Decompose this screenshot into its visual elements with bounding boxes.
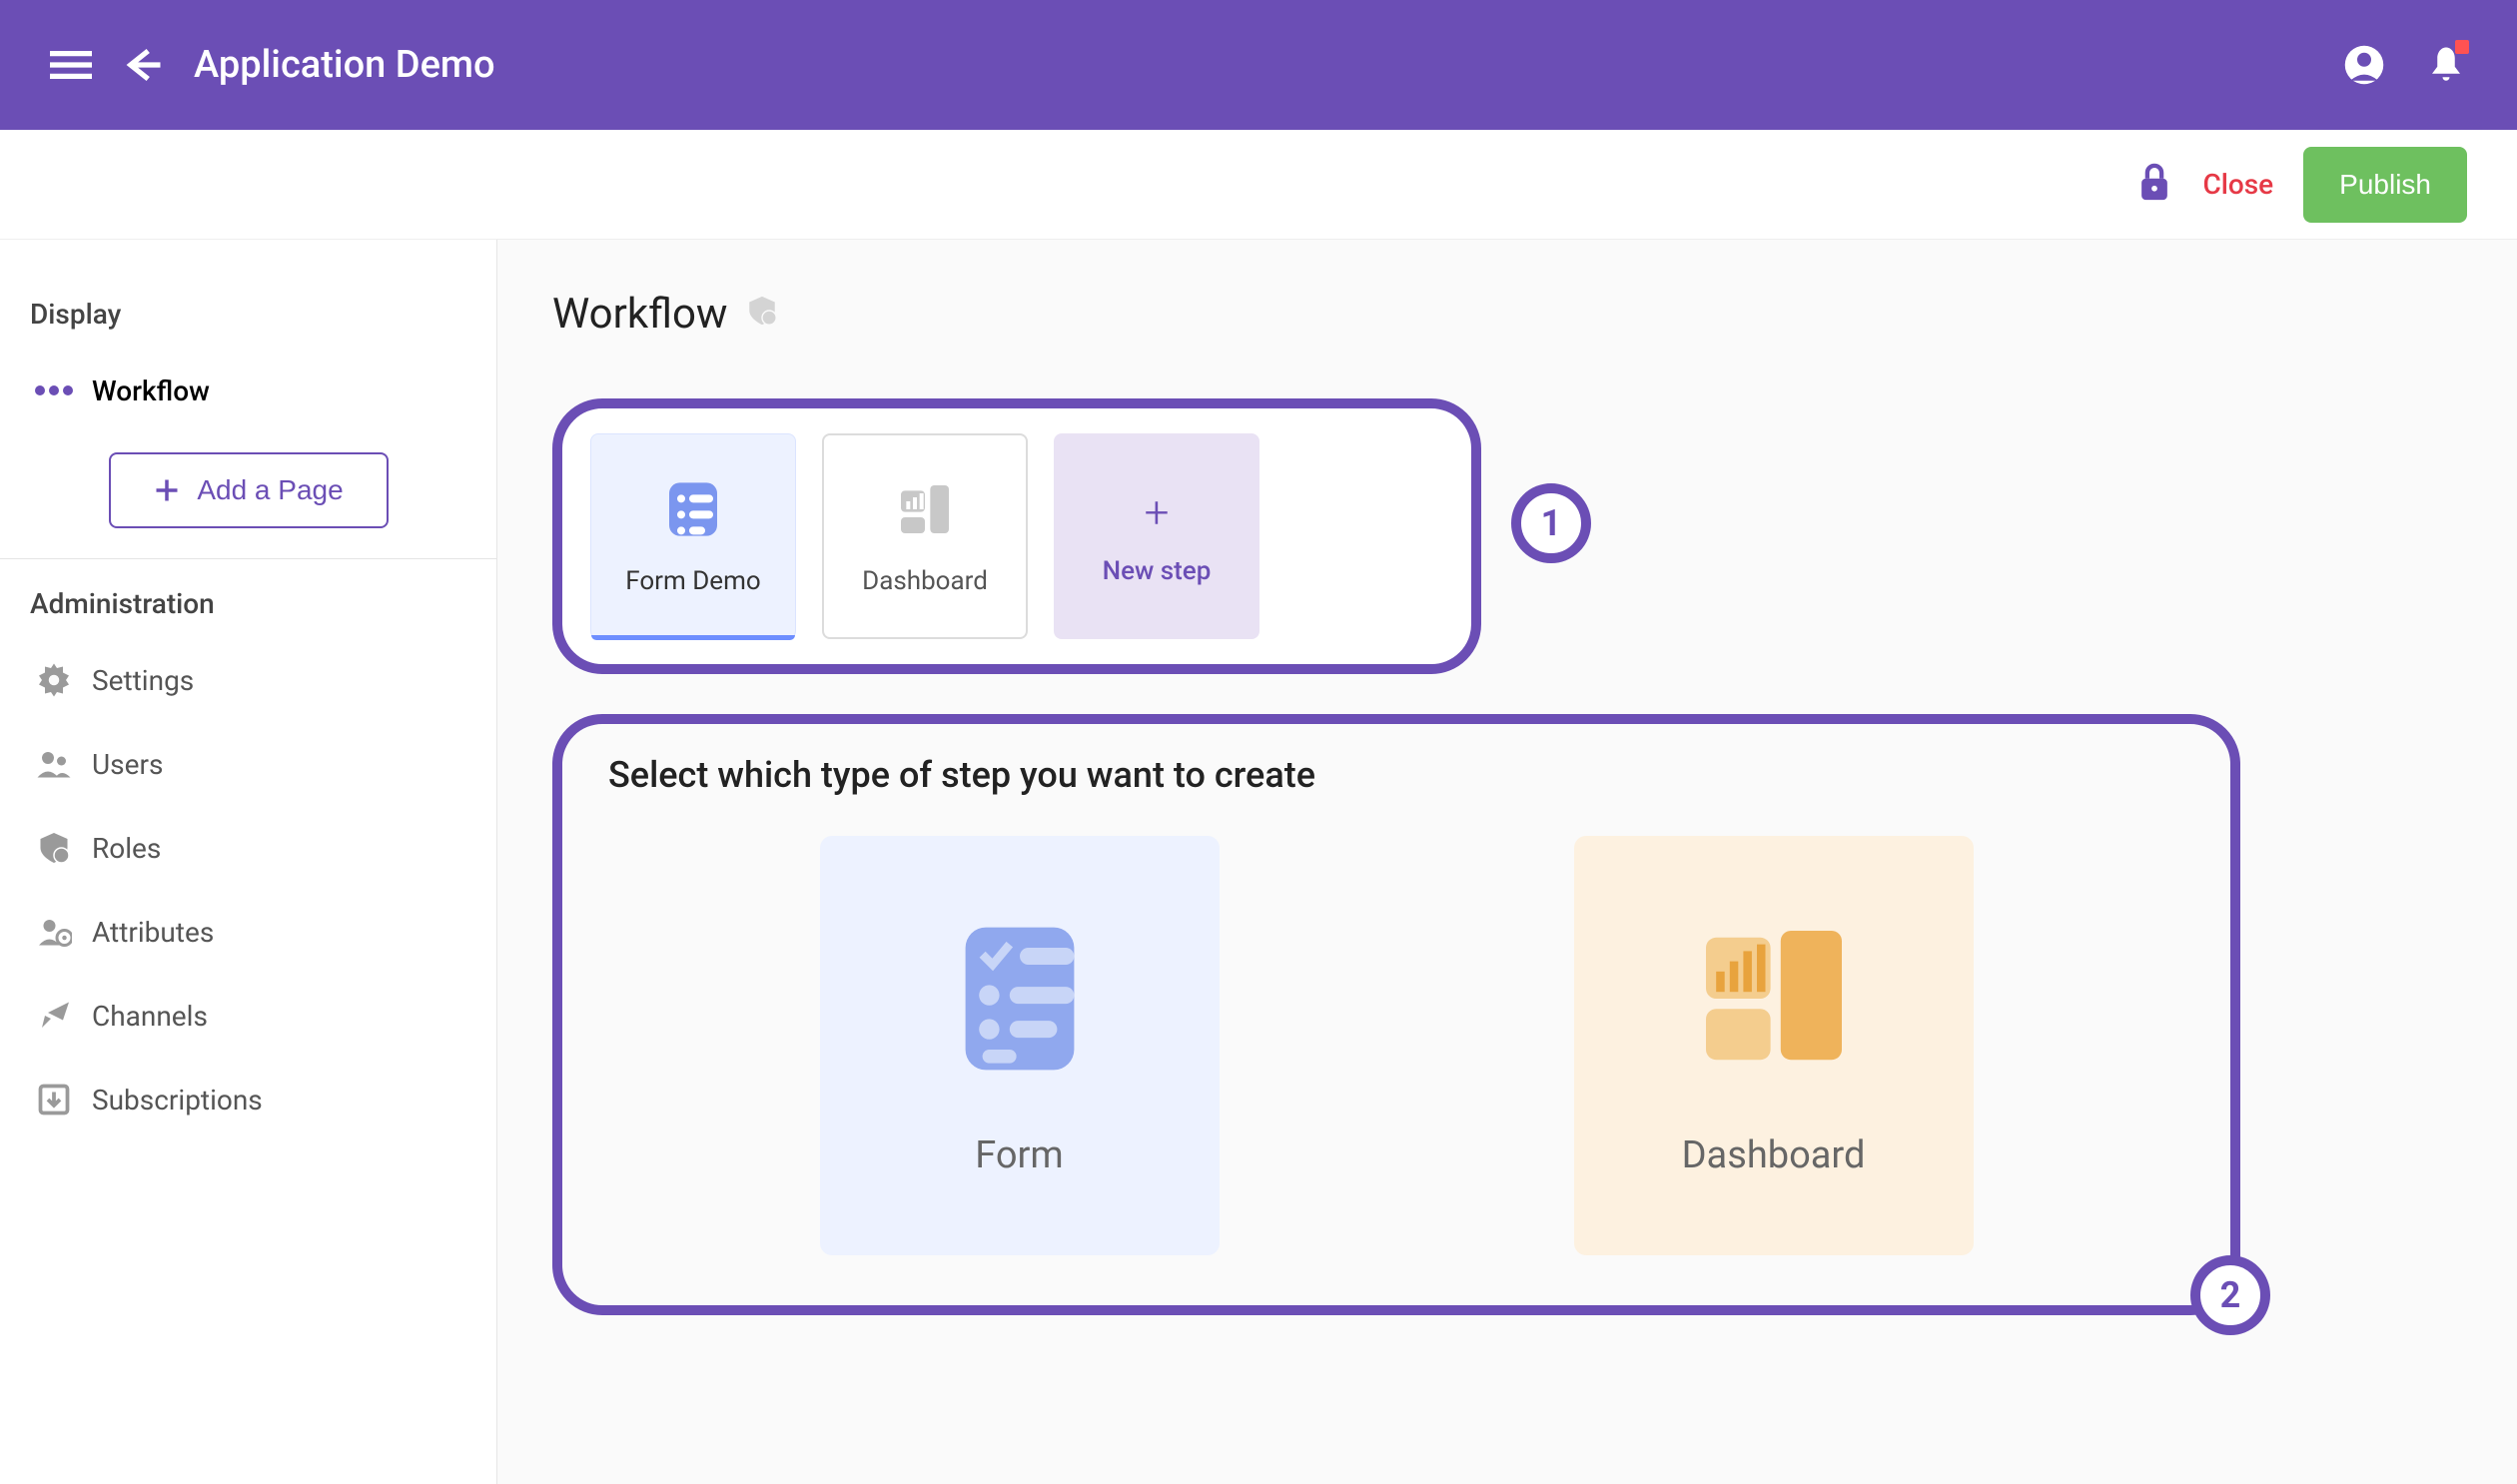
main-content: Workflow Form Demo Dashboard [497, 240, 2517, 1484]
sidebar: Display Workflow Add a Page Administrati… [0, 240, 497, 1484]
sidebar-section-display: Display [0, 280, 496, 349]
form-icon [661, 477, 725, 548]
step-tile-label: Dashboard [862, 566, 988, 596]
sidebar-item-users[interactable]: Users [0, 722, 496, 806]
users-icon [36, 746, 72, 782]
type-selection-box: Select which type of step you want to cr… [552, 714, 2240, 1315]
lock-icon[interactable] [2136, 163, 2172, 207]
notification-dot [2455, 40, 2469, 54]
sidebar-item-label: Channels [92, 1000, 208, 1033]
header-right [2343, 44, 2467, 86]
plus-icon: + [1145, 486, 1170, 538]
sidebar-item-label: Attributes [92, 916, 214, 949]
publish-button[interactable]: Publish [2303, 147, 2467, 223]
gear-icon [36, 662, 72, 698]
sidebar-item-label: Workflow [92, 374, 210, 407]
header-left: Application Demo [50, 43, 495, 87]
sidebar-item-label: Roles [92, 832, 161, 865]
step-tile-label: New step [1103, 556, 1212, 586]
close-button[interactable]: Close [2202, 168, 2273, 201]
sidebar-item-workflow[interactable]: Workflow [0, 349, 496, 432]
workflow-icon [36, 372, 72, 408]
app-title: Application Demo [194, 43, 495, 87]
attributes-icon [36, 914, 72, 950]
form-large-icon [935, 914, 1105, 1094]
download-icon [36, 1082, 72, 1117]
menu-icon[interactable] [50, 44, 92, 86]
sidebar-item-label: Users [92, 748, 163, 781]
app-header: Application Demo [0, 0, 2517, 130]
shield-icon [36, 830, 72, 866]
callout-2: 2 [2190, 1255, 2270, 1335]
step-tile-new-step[interactable]: + New step [1054, 433, 1259, 639]
sidebar-item-attributes[interactable]: Attributes [0, 890, 496, 974]
user-icon[interactable] [2343, 44, 2385, 86]
dashboard-icon [893, 477, 957, 548]
type-card-label: Form [975, 1133, 1064, 1177]
sidebar-item-label: Settings [92, 664, 194, 697]
sidebar-item-label: Subscriptions [92, 1084, 263, 1116]
type-selection-title: Select which type of step you want to cr… [608, 754, 2190, 796]
sidebar-section-admin: Administration [0, 569, 496, 638]
step-tile-form-demo[interactable]: Form Demo [590, 433, 796, 639]
step-tile-dashboard[interactable]: Dashboard [822, 433, 1028, 639]
add-page-label: Add a Page [197, 474, 343, 506]
callout-1: 1 [1511, 483, 1591, 563]
workflow-steps-box: Form Demo Dashboard + New step [552, 398, 1481, 674]
step-tile-label: Form Demo [625, 566, 760, 596]
add-page-button[interactable]: Add a Page [109, 452, 389, 528]
type-card-label: Dashboard [1682, 1133, 1866, 1177]
notifications-icon[interactable] [2425, 44, 2467, 86]
sidebar-item-channels[interactable]: Channels [0, 974, 496, 1058]
sidebar-item-roles[interactable]: Roles [0, 806, 496, 890]
type-card-form[interactable]: Form [820, 836, 1220, 1255]
sidebar-item-settings[interactable]: Settings [0, 638, 496, 722]
page-title: Workflow [552, 290, 2462, 339]
type-card-dashboard[interactable]: Dashboard [1574, 836, 1974, 1255]
back-icon[interactable] [122, 44, 164, 86]
action-bar: Close Publish [0, 130, 2517, 240]
channels-icon [36, 998, 72, 1034]
sidebar-item-subscriptions[interactable]: Subscriptions [0, 1058, 496, 1141]
roles-badge-icon [745, 290, 779, 339]
dashboard-large-icon [1689, 914, 1859, 1094]
